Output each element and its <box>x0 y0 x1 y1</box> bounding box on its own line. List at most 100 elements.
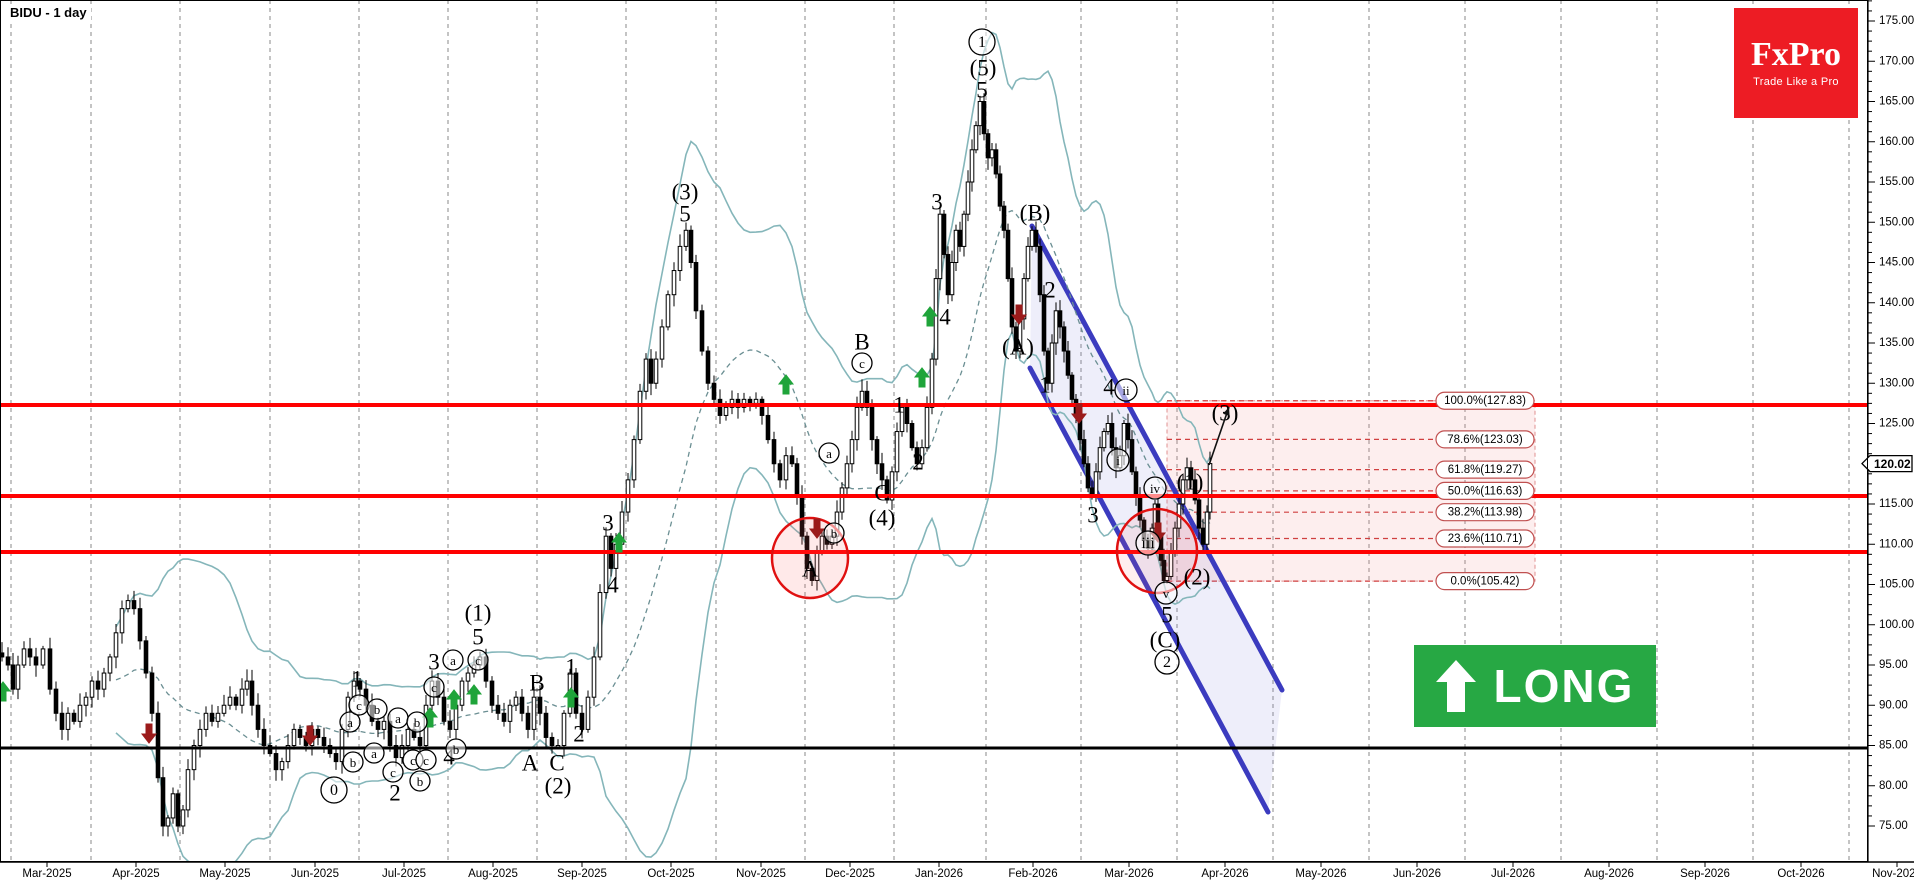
candle-body <box>5 656 11 666</box>
candle-body <box>648 358 654 384</box>
candle-body <box>113 632 119 658</box>
fxpro-brand-text: FxPro <box>1750 36 1841 73</box>
candle-body <box>417 736 423 747</box>
candle-body <box>879 463 885 481</box>
wave-label: (2) <box>1184 565 1211 590</box>
candle-body <box>1204 511 1210 545</box>
candle-body <box>95 680 101 690</box>
circled-wave-label: iii <box>1141 535 1155 552</box>
current-price-label: 120.02 <box>1874 457 1911 471</box>
candle-body <box>1097 447 1103 473</box>
price-chart[interactable]: 12345(1)BAC(2)1234(3)5B12C(4)A34(5)5(B)(… <box>0 0 1914 886</box>
candle-body <box>1065 350 1071 376</box>
candle-body <box>1125 423 1131 441</box>
circled-wave-label: v <box>1163 586 1170 601</box>
wave-label: A <box>522 751 539 776</box>
candle-body <box>381 720 387 730</box>
candle-body <box>101 672 107 690</box>
candle-body <box>597 592 603 658</box>
wave-label: 1 <box>565 655 577 680</box>
time-tick-label: Jun-2025 <box>291 868 339 880</box>
candle-body <box>585 696 591 730</box>
candle-body <box>929 358 935 408</box>
wave-label: 1 <box>893 393 905 418</box>
candle-body <box>279 761 285 771</box>
candle-body <box>244 680 250 690</box>
candle-body <box>637 390 643 441</box>
time-tick-label: Aug-2026 <box>1584 868 1634 880</box>
candle-body <box>711 382 717 400</box>
wave-label: 5 <box>679 202 691 227</box>
circled-wave-label: b <box>414 715 421 730</box>
candle-body <box>459 680 465 706</box>
circled-wave-label: c <box>390 765 396 780</box>
time-tick-label: Sep-2026 <box>1680 868 1730 880</box>
price-tick-label: 135.00 <box>1879 337 1914 349</box>
circled-wave-label: b <box>417 774 424 789</box>
circled-wave-label: a <box>395 711 401 726</box>
candle-body <box>1053 310 1059 344</box>
wave-label: (B) <box>1020 201 1051 226</box>
candle-body <box>747 398 753 404</box>
candle-body <box>765 414 771 441</box>
candle-body <box>447 720 453 730</box>
price-tick-label: 170.00 <box>1879 55 1914 67</box>
candle-body <box>949 262 955 296</box>
wave-label: 4 <box>1103 375 1115 400</box>
symbol-title: BIDU - 1 day <box>6 4 91 21</box>
candle-body <box>1033 229 1039 247</box>
candle-body <box>107 656 113 674</box>
wave-label: (A) <box>1002 335 1034 360</box>
wave-label: 3 <box>602 511 614 536</box>
candle-body <box>519 696 525 714</box>
candle-body <box>15 664 21 690</box>
candle-body <box>239 688 245 706</box>
candle-body <box>1061 326 1067 352</box>
current-price-marker: 120.02 <box>1861 454 1913 473</box>
wave-label: 2 <box>573 722 585 747</box>
circled-wave-label: a <box>371 746 377 761</box>
circled-wave-label: c <box>423 753 429 768</box>
candle-body <box>40 648 46 666</box>
candle-body <box>677 245 683 272</box>
candle-body <box>1021 278 1027 320</box>
wave-label: C <box>549 751 564 776</box>
candle-body <box>591 656 597 698</box>
candle-body <box>531 696 537 730</box>
price-axis[interactable]: 75.00 80.00 85.00 90.00 95.00 100.00 105.00 110… <box>1867 0 1914 886</box>
wave-label: (1) <box>465 601 492 626</box>
candle-body <box>989 149 995 159</box>
candle-body <box>1093 471 1099 497</box>
candle-body <box>1057 310 1063 328</box>
candle-body <box>1009 278 1015 328</box>
candle-body <box>794 463 800 497</box>
time-axis[interactable]: Mar-2025 Apr-2025 May-2025 Jun-2025 Jul-2025… <box>0 861 1914 886</box>
candle-body <box>160 777 166 827</box>
candle-body <box>77 704 83 722</box>
time-tick-label: Sep-2025 <box>557 868 607 880</box>
candle-body <box>1081 439 1087 465</box>
candle-body <box>125 600 131 610</box>
candle-body <box>59 712 65 730</box>
wave-label: A <box>802 557 819 582</box>
time-tick-label: Apr-2025 <box>112 868 159 880</box>
candle-body <box>143 640 149 674</box>
candle-body <box>961 213 967 247</box>
circled-wave-label: a <box>347 715 353 730</box>
candle-body <box>699 310 705 352</box>
price-axis-bg[interactable] <box>1868 0 1914 886</box>
wave-label: (1) <box>1177 470 1204 495</box>
wave-label: 5 <box>976 78 988 103</box>
price-tick-label: 110.00 <box>1879 538 1913 550</box>
price-tick-label: 75.00 <box>1879 820 1908 832</box>
candle-body <box>723 406 729 416</box>
fib-level-label: 78.6%(123.03) <box>1447 434 1523 446</box>
circled-wave-label: c <box>859 356 865 371</box>
circled-wave-label: c <box>431 680 437 695</box>
candle-body <box>941 213 947 255</box>
wave-label: (2) <box>545 774 572 799</box>
price-tick-label: 150.00 <box>1879 216 1914 228</box>
candle-body <box>333 753 339 763</box>
candle-body <box>489 680 495 706</box>
candle-body <box>777 463 783 481</box>
